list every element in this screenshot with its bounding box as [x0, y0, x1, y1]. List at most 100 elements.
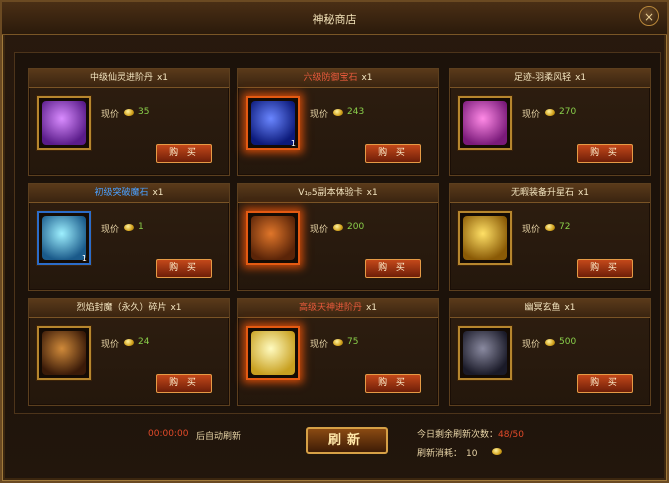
item-name: 高级天神进阶丹 — [298, 303, 362, 313]
item-card: 六级防御宝石 x1 1 现价 243 购 买 — [237, 68, 439, 176]
stack-count: 1 — [81, 254, 87, 263]
remaining-value: 48/50 — [498, 430, 524, 440]
item-card: 烈焰封魔（永久）碎片 x1 现价 24 购 买 — [28, 298, 230, 406]
item-slot[interactable] — [458, 96, 512, 150]
remaining-label: 今日剩余刷新次数： — [417, 430, 499, 440]
item-header: 初级突破魔石 x1 — [29, 184, 229, 203]
item-header: 无暇装备升星石 x1 — [450, 184, 650, 203]
coin-icon — [545, 339, 555, 346]
item-card: 无暇装备升星石 x1 现价 72 购 买 — [449, 183, 651, 291]
buy-button[interactable]: 购 买 — [365, 374, 421, 393]
buy-button[interactable]: 购 买 — [365, 144, 421, 163]
item-header: 烈焰封魔（永久）碎片 x1 — [29, 299, 229, 318]
refresh-countdown: 00:00:00 — [148, 429, 189, 439]
dark-fish-icon — [463, 331, 507, 375]
item-name: V₁ₚ5副本体验卡 — [298, 188, 363, 198]
item-name: 无暇装备升星石 — [510, 188, 574, 198]
item-header: 足迹-羽柔风轻 x1 — [450, 69, 650, 88]
item-slot[interactable] — [458, 211, 512, 265]
window-title: 神秘商店 — [312, 13, 357, 26]
buy-button[interactable]: 购 买 — [577, 374, 633, 393]
item-slot[interactable] — [37, 96, 91, 150]
item-quantity: x1 — [170, 303, 182, 313]
blue-gem-icon — [251, 101, 295, 145]
price-label: 现价 — [522, 225, 541, 235]
buy-button[interactable]: 购 买 — [577, 144, 633, 163]
item-name: 六级防御宝石 — [303, 73, 358, 83]
item-card: 中级仙灵进阶丹 x1 现价 35 购 买 — [28, 68, 230, 176]
item-quantity: x1 — [366, 188, 378, 198]
refresh-button[interactable]: 刷新 — [306, 427, 388, 454]
auto-refresh-label: 后自动刷新 — [196, 432, 242, 442]
price-label: 现价 — [101, 225, 120, 235]
vip-card-icon — [251, 216, 295, 260]
feather-icon — [463, 101, 507, 145]
price-value: 1 — [138, 222, 144, 232]
price-label: 现价 — [310, 110, 329, 120]
coin-icon — [333, 339, 343, 346]
item-header: 高级天神进阶丹 x1 — [238, 299, 438, 318]
item-slot[interactable]: 1 — [246, 96, 300, 150]
item-header: 六级防御宝石 x1 — [238, 69, 438, 88]
price-label: 现价 — [522, 110, 541, 120]
buy-button[interactable]: 购 买 — [156, 374, 212, 393]
item-quantity: x1 — [156, 73, 169, 83]
item-card: 初级突破魔石 x1 1 现价 1 购 买 — [28, 183, 230, 291]
crystal-icon — [42, 216, 86, 260]
item-header: 中级仙灵进阶丹 x1 — [29, 69, 229, 88]
item-slot[interactable] — [246, 326, 300, 380]
price-label: 现价 — [101, 340, 120, 350]
demon-shard-icon — [42, 331, 86, 375]
coin-icon — [124, 224, 134, 231]
purple-orb-icon — [42, 101, 86, 145]
coin-icon — [545, 109, 555, 116]
item-card: 足迹-羽柔风轻 x1 现价 270 购 买 — [449, 68, 651, 176]
item-quantity: x1 — [365, 303, 378, 313]
item-quantity: x1 — [361, 73, 373, 83]
item-header: 幽冥玄鱼 x1 — [450, 299, 650, 318]
price-value: 24 — [138, 337, 150, 347]
close-button[interactable]: × — [639, 6, 659, 26]
price-value: 243 — [347, 107, 365, 117]
item-slot[interactable] — [246, 211, 300, 265]
price-label: 现价 — [522, 340, 541, 350]
item-quantity: x1 — [577, 188, 590, 198]
item-slot[interactable] — [37, 326, 91, 380]
price-label: 现价 — [310, 340, 329, 350]
item-card: V₁ₚ5副本体验卡 x1 现价 200 购 买 — [237, 183, 439, 291]
gold-stone-icon — [463, 216, 507, 260]
item-header: V₁ₚ5副本体验卡 x1 — [238, 184, 438, 203]
price-value: 500 — [559, 337, 577, 347]
coin-icon — [124, 109, 134, 116]
item-quantity: x1 — [575, 73, 587, 83]
item-quantity: x1 — [564, 303, 576, 313]
item-quantity: x1 — [152, 188, 164, 198]
cost-value: 10 — [466, 449, 478, 459]
remaining-refresh-info: 今日剩余刷新次数：48/50 — [417, 427, 524, 440]
title-bar: 神秘商店 × — [2, 2, 667, 35]
item-slot[interactable]: 1 — [37, 211, 91, 265]
item-name: 中级仙灵进阶丹 — [89, 73, 153, 83]
item-slot[interactable] — [458, 326, 512, 380]
stack-count: 1 — [290, 139, 296, 148]
buy-button[interactable]: 购 买 — [577, 259, 633, 278]
item-name: 初级突破魔石 — [94, 188, 149, 198]
coin-icon — [333, 224, 343, 231]
cost-label: 刷新消耗： — [417, 449, 463, 459]
price-value: 72 — [559, 222, 571, 232]
price-value: 200 — [347, 222, 365, 232]
price-label: 现价 — [310, 225, 329, 235]
divine-orb-icon — [251, 331, 295, 375]
item-name: 足迹-羽柔风轻 — [513, 73, 572, 83]
price-value: 270 — [559, 107, 577, 117]
item-name: 幽冥玄鱼 — [524, 303, 561, 313]
buy-button[interactable]: 购 买 — [156, 259, 212, 278]
coin-icon — [545, 224, 555, 231]
refresh-cost-info: 刷新消耗： 10 — [417, 446, 477, 459]
coin-icon — [492, 448, 502, 455]
item-card: 幽冥玄鱼 x1 现价 500 购 买 — [449, 298, 651, 406]
buy-button[interactable]: 购 买 — [365, 259, 421, 278]
buy-button[interactable]: 购 买 — [156, 144, 212, 163]
item-name: 烈焰封魔（永久）碎片 — [76, 303, 167, 313]
coin-icon — [124, 339, 134, 346]
